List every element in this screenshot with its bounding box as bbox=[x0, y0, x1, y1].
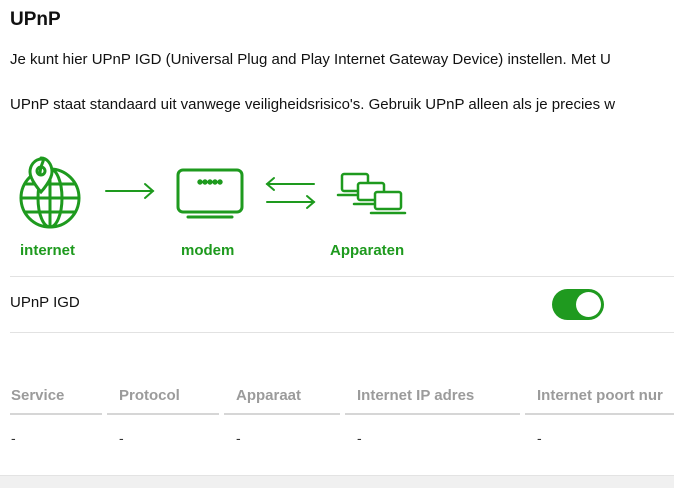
header-underline bbox=[107, 413, 219, 415]
page-title: UPnP bbox=[10, 9, 61, 30]
divider bbox=[10, 332, 674, 333]
toggle-knob bbox=[576, 292, 601, 317]
intro-paragraph: Je kunt hier UPnP IGD (Universal Plug an… bbox=[10, 51, 611, 68]
table-cell-protocol: - bbox=[119, 430, 124, 446]
table-cell-internet-port: - bbox=[537, 430, 542, 446]
upnp-igd-label: UPnP IGD bbox=[10, 294, 80, 311]
table-header-device[interactable]: Apparaat bbox=[236, 387, 301, 404]
globe-pin-icon bbox=[19, 156, 81, 229]
header-underline bbox=[345, 413, 520, 415]
devices-label: Apparaten bbox=[330, 242, 405, 259]
table-cell-service: - bbox=[11, 430, 16, 446]
header-underline bbox=[525, 413, 674, 415]
table-header-internet-ip[interactable]: Internet IP adres bbox=[357, 387, 474, 404]
arrow-right-icon bbox=[105, 183, 155, 199]
header-underline bbox=[224, 413, 340, 415]
header-underline bbox=[10, 413, 102, 415]
divider bbox=[10, 276, 674, 277]
internet-label: internet bbox=[20, 242, 76, 259]
devices-icon bbox=[336, 172, 407, 215]
exchange-arrows-icon bbox=[265, 177, 316, 209]
warning-paragraph: UPnP staat standaard uit vanwege veiligh… bbox=[10, 96, 616, 113]
table-header-protocol[interactable]: Protocol bbox=[119, 387, 180, 404]
modem-icon bbox=[176, 168, 244, 219]
upnp-igd-toggle[interactable] bbox=[552, 289, 604, 320]
table-cell-device: - bbox=[236, 430, 241, 446]
table-header-internet-port[interactable]: Internet poort nur bbox=[537, 387, 663, 404]
table-header-service[interactable]: Service bbox=[11, 387, 64, 404]
table-cell-internet-ip: - bbox=[357, 430, 362, 446]
network-diagram bbox=[19, 156, 407, 229]
bottom-bar bbox=[0, 475, 674, 488]
modem-label: modem bbox=[181, 242, 235, 259]
